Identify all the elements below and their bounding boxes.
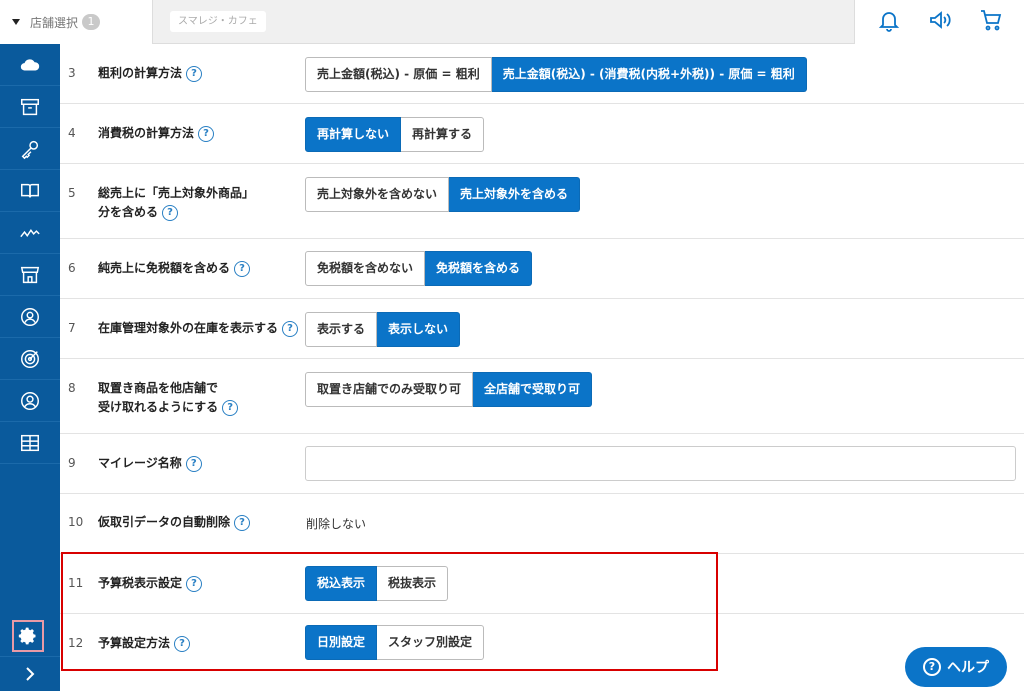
setting-row-gross-profit: 3 粗利の計算方法? 売上金額(税込) - 原価 = 粗利 売上金額(税込) -…: [60, 44, 1024, 104]
gear-icon[interactable]: [12, 620, 44, 652]
setting-row-temp-data-delete: 10 仮取引データの自動削除? 削除しない: [60, 494, 1024, 554]
option-button[interactable]: 取置き店舗でのみ受取り可: [305, 372, 474, 407]
help-icon[interactable]: ?: [198, 125, 215, 142]
option-button-selected[interactable]: 再計算しない: [305, 117, 402, 152]
non-managed-stock-toggle: 表示する 表示しない: [305, 312, 461, 347]
setting-row-non-sales-items: 5 総売上に「売上対象外商品」 分を含める? 売上対象外を含めない 売上対象外を含…: [60, 164, 1024, 239]
row-label: 粗利の計算方法?: [98, 64, 308, 83]
cloud-icon[interactable]: [0, 44, 60, 86]
book-icon[interactable]: [0, 170, 60, 212]
grid-icon[interactable]: [0, 422, 60, 464]
top-bar: 店舗選択 1 スマレジ・カフェ: [0, 0, 1024, 44]
option-button-selected[interactable]: 売上対象外を含める: [449, 177, 581, 212]
row-label: 総売上に「売上対象外商品」 分を含める?: [98, 184, 308, 222]
row-label: 消費税の計算方法?: [98, 124, 308, 143]
help-icon[interactable]: ?: [282, 320, 299, 337]
help-button-label: ヘルプ: [947, 660, 989, 676]
bell-icon[interactable]: [877, 8, 901, 36]
row-label-line1: 取置き商品を他店舗で: [98, 381, 219, 395]
row-number: 5: [68, 186, 76, 200]
help-icon[interactable]: ?: [234, 514, 251, 531]
consumption-tax-toggle: 再計算しない 再計算する: [305, 117, 485, 152]
cart-icon[interactable]: [979, 8, 1003, 36]
setting-row-pickup-other-store: 8 取置き商品を他店舗で 受け取れるようにする? 取置き店舗でのみ受取り可 全店舗…: [60, 359, 1024, 434]
row-label-text: 在庫管理対象外の在庫を表示する: [98, 321, 279, 335]
row-number: 6: [68, 261, 76, 275]
key-icon[interactable]: [0, 128, 60, 170]
gross-profit-toggle: 売上金額(税込) - 原価 = 粗利 売上金額(税込) - (消費税(内税+外税…: [305, 57, 807, 92]
help-icon[interactable]: ?: [185, 455, 202, 472]
pickup-other-store-toggle: 取置き店舗でのみ受取り可 全店舗で受取り可: [305, 372, 593, 407]
store-select-dropdown[interactable]: 店舗選択 1: [0, 0, 153, 44]
chevron-right-icon[interactable]: [0, 656, 60, 691]
option-button-selected[interactable]: 売上金額(税込) - (消費税(内税+外税)) - 原価 = 粗利: [491, 57, 807, 92]
help-icon[interactable]: ?: [234, 260, 251, 277]
row-label-line2: 分を含める: [98, 205, 159, 219]
option-button[interactable]: 売上対象外を含めない: [305, 177, 450, 212]
row-number: 3: [68, 66, 76, 80]
row-label-line1: 総売上に「売上対象外商品」: [98, 186, 255, 200]
caret-down-icon: [12, 19, 20, 25]
row-label: 在庫管理対象外の在庫を表示する?: [98, 319, 308, 338]
store-count-badge: 1: [82, 14, 101, 30]
row-label-text: 粗利の計算方法: [98, 66, 183, 80]
temp-data-delete-value: 削除しない: [306, 517, 367, 531]
row-number: 10: [68, 515, 84, 529]
option-button-selected[interactable]: 表示しない: [377, 312, 461, 347]
setting-row-non-managed-stock: 7 在庫管理対象外の在庫を表示する? 表示する 表示しない: [60, 299, 1024, 359]
row-label-text: 純売上に免税額を含める: [98, 261, 231, 275]
store-icon[interactable]: [0, 254, 60, 296]
setting-row-tax-free: 6 純売上に免税額を含める? 免税額を含めない 免税額を含める: [60, 239, 1024, 299]
option-button[interactable]: 表示する: [305, 312, 378, 347]
option-button[interactable]: 再計算する: [401, 117, 485, 152]
mileage-name-input[interactable]: [305, 446, 1016, 481]
help-icon[interactable]: ?: [222, 399, 239, 416]
help-icon[interactable]: ?: [162, 204, 179, 221]
setting-row-mileage-name: 9 マイレージ名称?: [60, 434, 1024, 494]
row-number: 8: [68, 381, 76, 395]
row-label-line2: 受け取れるようにする: [98, 400, 219, 414]
tax-free-toggle: 免税額を含めない 免税額を含める: [305, 251, 533, 286]
row-label-text: 仮取引データの自動削除: [98, 515, 231, 529]
option-button-selected[interactable]: 免税額を含める: [425, 251, 533, 286]
row-label: 仮取引データの自動削除?: [98, 513, 308, 532]
store-name-tag: スマレジ・カフェ: [170, 11, 266, 32]
row-number: 9: [68, 456, 76, 470]
store-select-label: 店舗選択: [30, 15, 79, 30]
question-icon: ?: [923, 658, 941, 676]
row-label-text: 消費税の計算方法: [98, 126, 195, 140]
help-icon[interactable]: ?: [186, 65, 203, 82]
user-icon[interactable]: [0, 380, 60, 422]
row-label: マイレージ名称?: [98, 454, 308, 473]
row-label-text: マイレージ名称: [98, 456, 182, 470]
row-label: 取置き商品を他店舗で 受け取れるようにする?: [98, 379, 308, 417]
archive-icon[interactable]: [0, 86, 60, 128]
setting-row-consumption-tax: 4 消費税の計算方法? 再計算しない 再計算する: [60, 104, 1024, 164]
user-circle-icon[interactable]: [0, 296, 60, 338]
row-number: 4: [68, 126, 76, 140]
megaphone-icon[interactable]: [928, 8, 952, 36]
row-label: 純売上に免税額を含める?: [98, 259, 308, 278]
option-button[interactable]: 免税額を含めない: [305, 251, 426, 286]
highlight-box: [61, 552, 718, 671]
target-icon[interactable]: [0, 338, 60, 380]
option-button[interactable]: 売上金額(税込) - 原価 = 粗利: [305, 57, 492, 92]
row-number: 7: [68, 321, 76, 335]
sidebar: [0, 44, 60, 691]
top-icons: [854, 0, 1024, 44]
help-button[interactable]: ? ヘルプ: [905, 647, 1007, 687]
option-button-selected[interactable]: 全店舗で受取り可: [473, 372, 593, 407]
chart-line-icon[interactable]: [0, 212, 60, 254]
non-sales-items-toggle: 売上対象外を含めない 売上対象外を含める: [305, 177, 581, 212]
